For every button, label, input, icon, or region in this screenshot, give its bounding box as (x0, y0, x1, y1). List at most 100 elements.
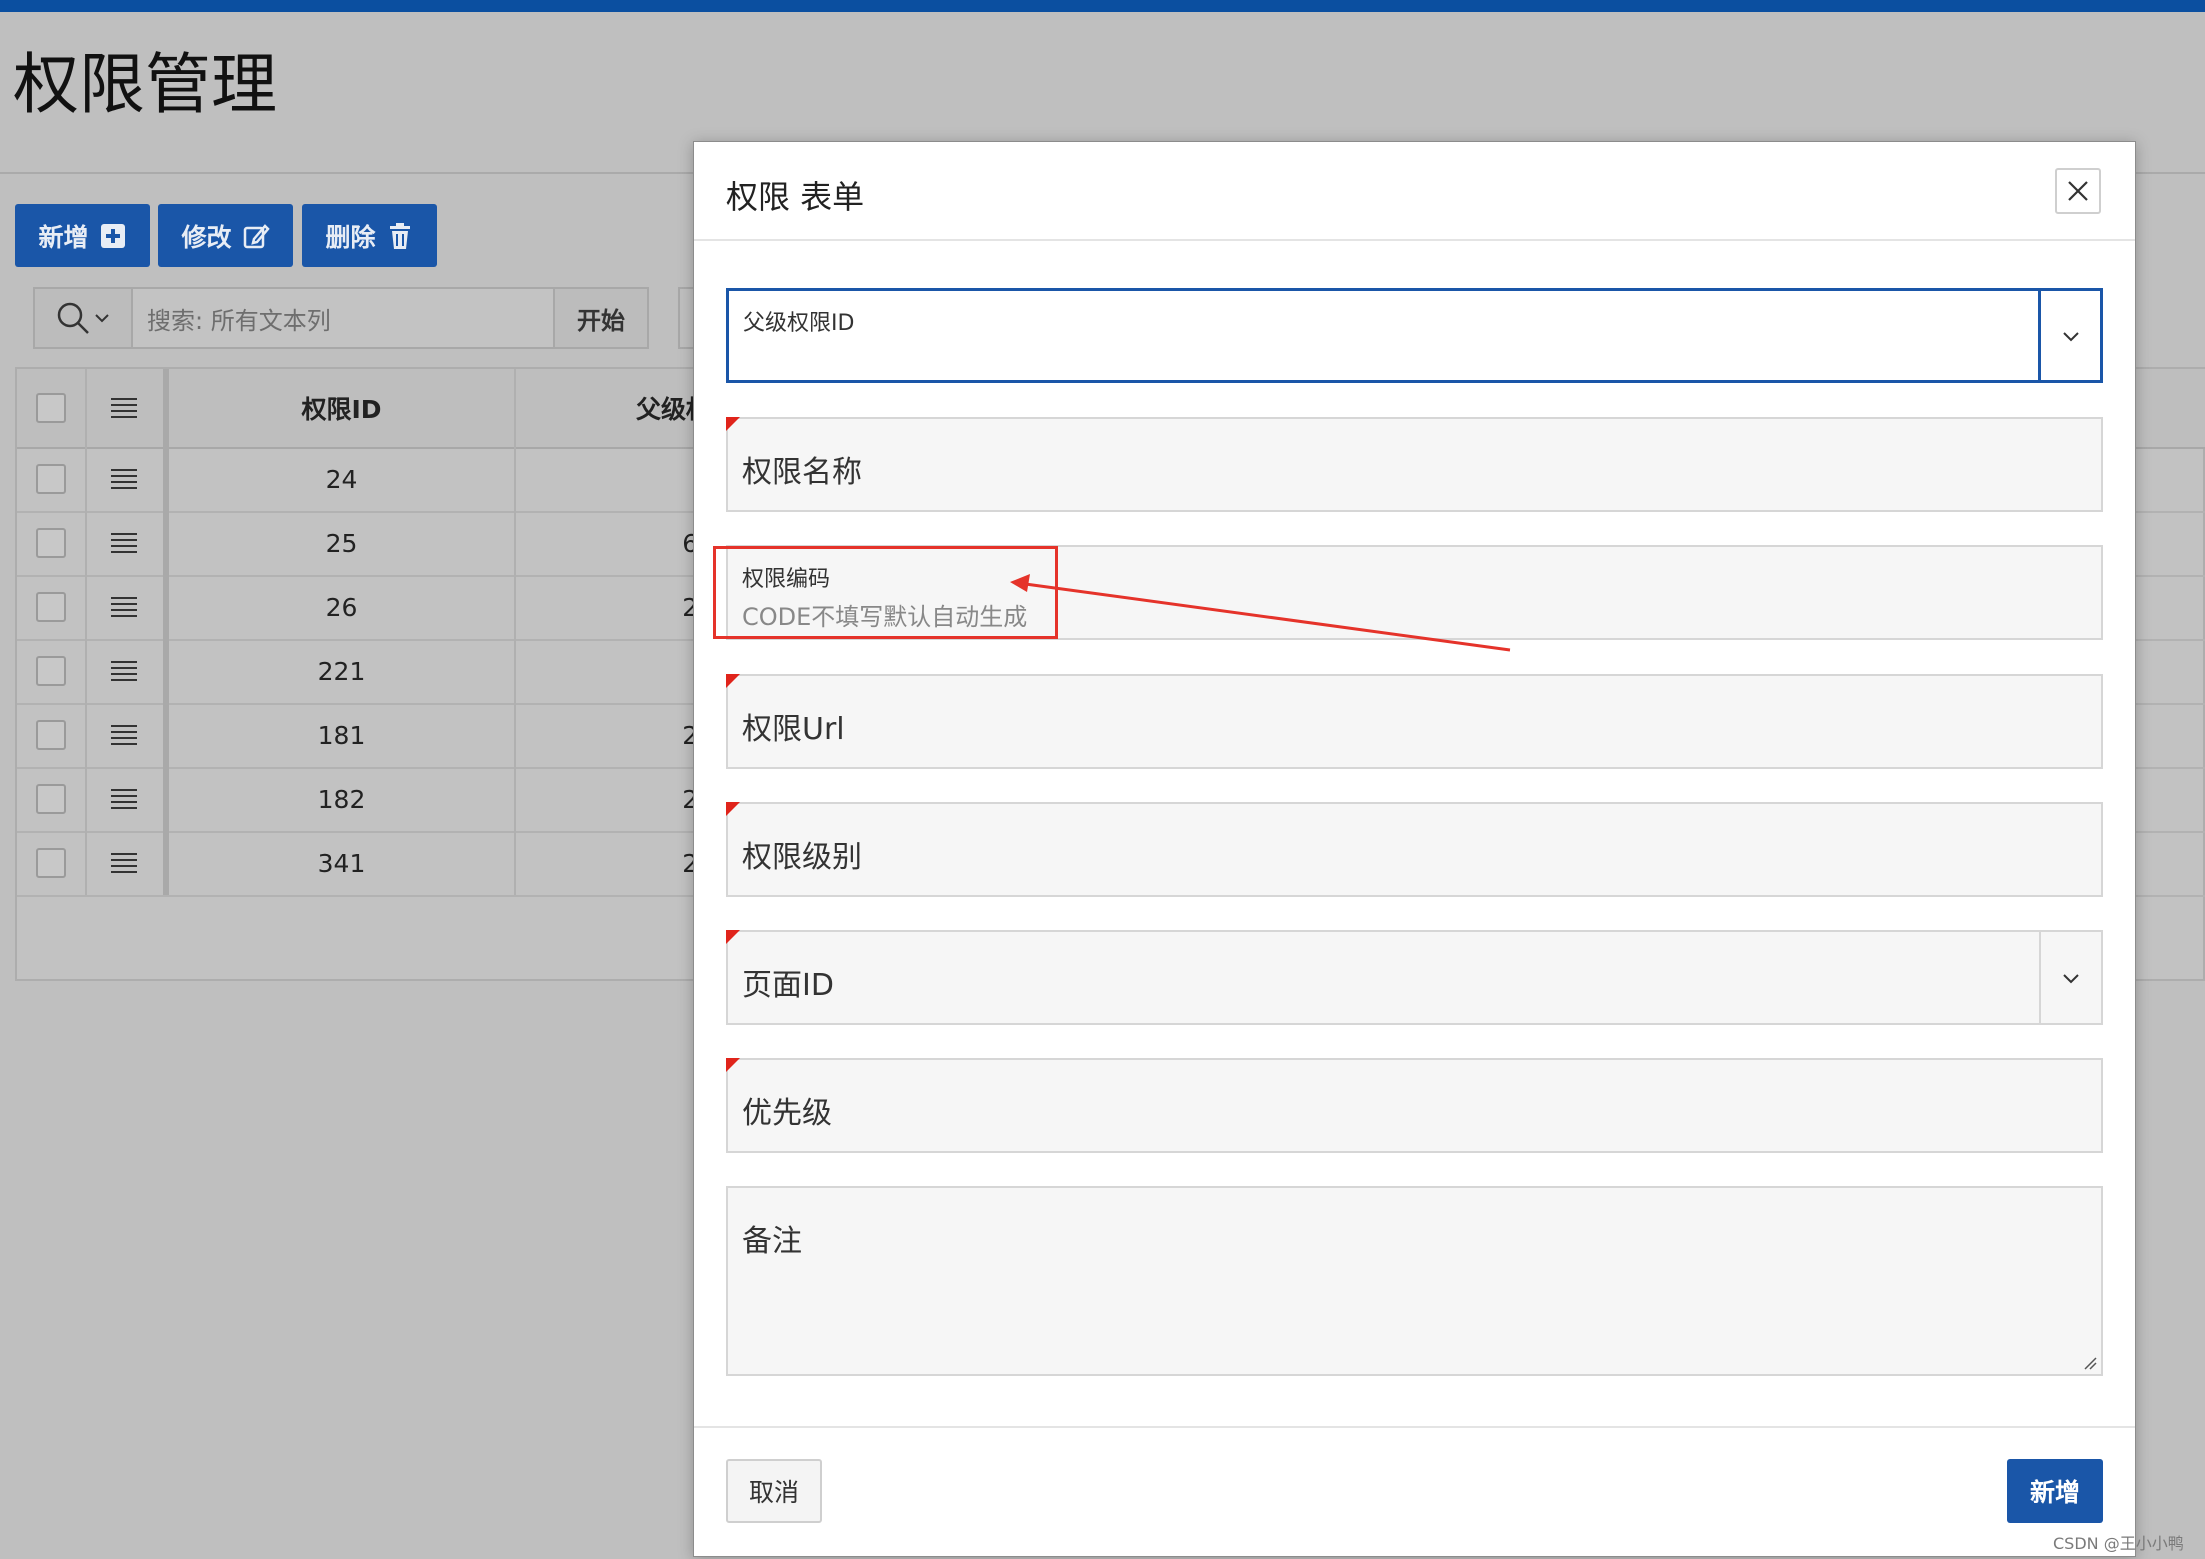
row-checkbox-cell[interactable] (17, 575, 87, 639)
cell-parent-id: 25 (516, 575, 716, 639)
required-marker (726, 417, 740, 431)
hamburger-icon (111, 533, 137, 553)
row-checkbox[interactable] (36, 720, 66, 750)
dialog-footer-divider (694, 1426, 2135, 1428)
hamburger-icon (111, 789, 137, 809)
row-actions-menu[interactable] (85, 639, 169, 703)
required-marker (726, 1058, 740, 1072)
dialog-header: 权限 表单 (694, 142, 2135, 241)
header-permission-id[interactable]: 权限ID (169, 369, 516, 447)
priority-field[interactable]: 优先级 (726, 1058, 2103, 1153)
row-checkbox-cell[interactable] (17, 639, 87, 703)
priority-label: 优先级 (742, 1096, 832, 1131)
parent-id-select[interactable]: 父级权限ID (726, 288, 2103, 383)
search-bar: 搜索: 所有文本列 开始 (33, 287, 649, 349)
remark-textarea[interactable]: 备注 (726, 1186, 2103, 1376)
add-button[interactable]: 新增 (15, 204, 150, 267)
close-button[interactable] (2055, 168, 2101, 214)
row-checkbox-cell[interactable] (17, 511, 87, 575)
chevron-down-icon (2062, 331, 2079, 341)
row-actions-menu[interactable] (85, 767, 169, 831)
row-checkbox[interactable] (36, 656, 66, 686)
row-actions-header (85, 369, 169, 447)
required-marker (726, 930, 740, 944)
cell-parent-id (516, 639, 716, 703)
permission-form-dialog: 权限 表单 父级权限ID 权限名称 权限编码 CODE不填写默认自动生成 权限U… (693, 141, 2136, 1557)
search-icon (57, 302, 89, 334)
page-id-select[interactable]: 页面ID (726, 930, 2103, 1025)
cell-parent-id: 2 (516, 447, 716, 511)
permission-url-field[interactable]: 权限Url (726, 674, 2103, 769)
cell-permission-id: 26 (169, 575, 516, 639)
hamburger-icon (111, 469, 137, 489)
chevron-down-icon (95, 314, 109, 323)
hamburger-icon (111, 597, 137, 617)
row-checkbox-cell[interactable] (17, 831, 87, 895)
permission-level-field[interactable]: 权限级别 (726, 802, 2103, 897)
delete-button[interactable]: 删除 (302, 204, 437, 267)
row-checkbox[interactable] (36, 528, 66, 558)
search-go-button[interactable]: 开始 (555, 287, 649, 349)
permission-name-field[interactable]: 权限名称 (726, 417, 2103, 512)
required-marker (726, 802, 740, 816)
cell-permission-id: 25 (169, 511, 516, 575)
annotation-highlight-box (713, 546, 1058, 639)
hamburger-icon (111, 725, 137, 745)
chevron-down-icon (2063, 973, 2079, 983)
page-title: 权限管理 (13, 46, 277, 123)
row-checkbox-cell[interactable] (17, 703, 87, 767)
page-id-dropdown-button[interactable] (2039, 932, 2101, 1023)
row-actions-menu[interactable] (85, 447, 169, 511)
row-checkbox[interactable] (36, 848, 66, 878)
permission-url-label: 权限Url (742, 712, 845, 747)
page-id-label: 页面ID (742, 968, 834, 1003)
remark-label: 备注 (742, 1224, 802, 1259)
cell-permission-id: 341 (169, 831, 516, 895)
cell-parent-id: 22 (516, 767, 716, 831)
edit-icon (243, 223, 270, 248)
parent-id-label: 父级权限ID (743, 311, 855, 336)
search-input[interactable]: 搜索: 所有文本列 (131, 287, 555, 349)
cell-permission-id: 181 (169, 703, 516, 767)
trash-icon (389, 222, 410, 249)
edit-button[interactable]: 修改 (158, 204, 293, 267)
required-marker (726, 674, 740, 688)
plus-square-icon (100, 223, 125, 248)
cancel-button[interactable]: 取消 (726, 1459, 822, 1523)
hamburger-icon (111, 398, 137, 418)
watermark: CSDN @王小小鸭 (2053, 1534, 2184, 1553)
row-actions-menu[interactable] (85, 831, 169, 895)
close-icon (2068, 181, 2088, 201)
row-checkbox-cell[interactable] (17, 767, 87, 831)
row-checkbox[interactable] (36, 592, 66, 622)
search-placeholder: 搜索: 所有文本列 (147, 306, 331, 335)
hamburger-icon (111, 661, 137, 681)
row-checkbox[interactable] (36, 784, 66, 814)
row-actions-menu[interactable] (85, 511, 169, 575)
edit-button-label: 修改 (181, 222, 232, 252)
permission-name-label: 权限名称 (742, 455, 862, 490)
resize-grip-icon[interactable] (2083, 1356, 2097, 1370)
row-checkbox[interactable] (36, 464, 66, 494)
cell-permission-id: 221 (169, 639, 516, 703)
cell-permission-id: 182 (169, 767, 516, 831)
cell-parent-id: 61 (516, 511, 716, 575)
cell-permission-id: 24 (169, 447, 516, 511)
select-all-checkbox-cell[interactable] (17, 369, 87, 447)
row-actions-menu[interactable] (85, 703, 169, 767)
add-button-label: 新增 (38, 222, 89, 252)
cell-parent-id: 22 (516, 703, 716, 767)
cell-parent-id: 22 (516, 831, 716, 895)
header-parent-id[interactable]: 父级权 (516, 369, 716, 447)
select-all-checkbox[interactable] (36, 393, 66, 423)
row-actions-menu[interactable] (85, 575, 169, 639)
delete-button-label: 删除 (325, 222, 376, 252)
hamburger-icon (111, 853, 137, 873)
parent-id-dropdown-button[interactable] (2038, 291, 2100, 380)
row-checkbox-cell[interactable] (17, 447, 87, 511)
top-accent-bar (0, 0, 2205, 12)
permission-level-label: 权限级别 (742, 840, 862, 875)
create-button[interactable]: 新增 (2007, 1459, 2103, 1523)
dialog-title: 权限 表单 (726, 178, 865, 216)
search-column-select[interactable] (33, 287, 131, 349)
